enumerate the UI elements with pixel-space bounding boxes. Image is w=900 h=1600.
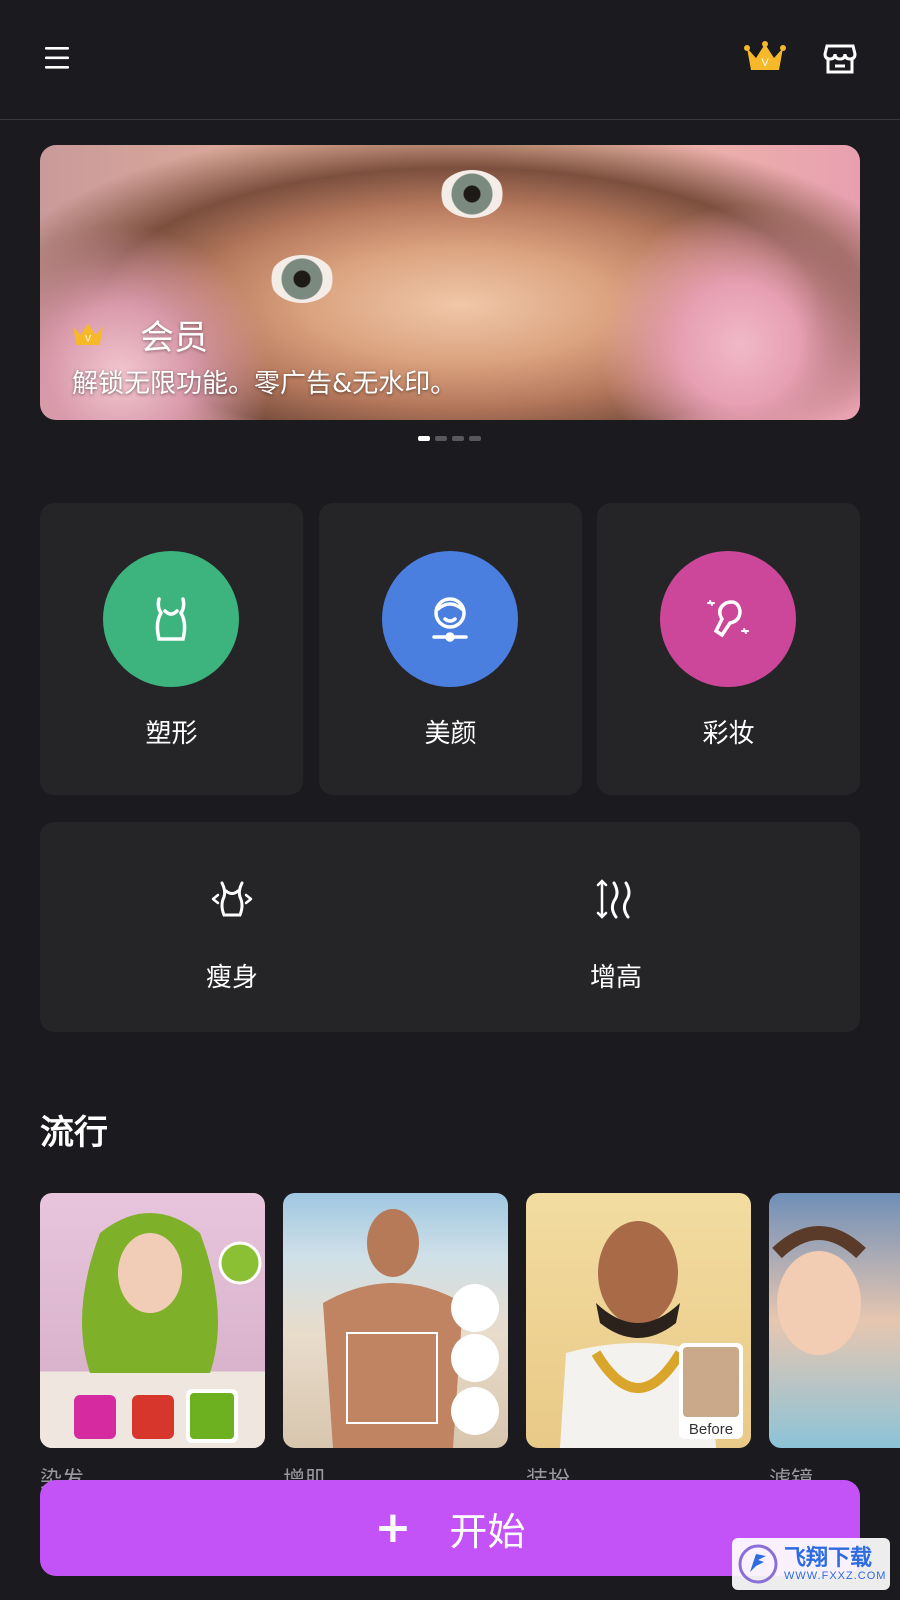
vip-crown-icon: V [70, 320, 106, 350]
tool-tile-makeup[interactable]: 彩妆 [597, 503, 860, 795]
card-image [40, 1213, 265, 1448]
watermark-logo-icon [738, 1544, 778, 1584]
tool-tile-reshape[interactable]: 塑形 [40, 503, 303, 795]
tool-slim[interactable]: 瘦身 [132, 822, 332, 1032]
tool-height[interactable]: 增高 [516, 822, 716, 1032]
banner-pagination [418, 436, 481, 441]
pagination-dot[interactable] [418, 436, 430, 441]
tool-tile-beauty[interactable]: 美颜 [319, 503, 582, 795]
vip-banner[interactable]: V 会员 解锁无限功能。零广告&无水印。 [40, 145, 860, 420]
banner-image [270, 255, 334, 303]
extra-tools-panel: 瘦身 增高 [40, 822, 860, 1032]
face-beauty-icon [382, 551, 518, 687]
banner-image-detail [440, 170, 504, 218]
watermark-title: 飞翔下载 [784, 1545, 873, 1570]
store-icon[interactable] [822, 40, 862, 80]
trend-card-hair-dye[interactable] [40, 1193, 265, 1448]
hamburger-icon[interactable] [40, 40, 76, 76]
tool-label: 塑形 [145, 719, 198, 749]
trend-card-filter[interactable] [769, 1193, 900, 1448]
start-button-label: 开始 [449, 1509, 526, 1554]
tool-label: 彩妆 [702, 719, 755, 749]
card-image [772, 1226, 866, 1355]
trend-card-dressup[interactable]: Before [526, 1193, 751, 1448]
tool-label: 增高 [589, 963, 642, 993]
height-increase-icon [594, 877, 638, 921]
watermark: 飞翔下载 WWW.FXXZ.COM [732, 1538, 890, 1590]
svg-text:V: V [761, 57, 769, 69]
tool-label: 瘦身 [205, 963, 258, 993]
banner-title: 会员 [140, 318, 208, 358]
body-shape-icon [103, 551, 239, 687]
top-bar: V [0, 0, 900, 120]
pagination-dot[interactable] [452, 436, 464, 441]
pagination-dot[interactable] [469, 436, 481, 441]
card-image [323, 1209, 499, 1448]
trending-title: 流行 [40, 1113, 108, 1153]
makeup-brush-icon [660, 551, 796, 687]
crown-icon[interactable]: V [744, 40, 786, 76]
trend-card-muscle[interactable] [283, 1193, 508, 1448]
banner-subtitle: 解锁无限功能。零广告&无水印。 [72, 369, 457, 399]
plus-icon: + [374, 1502, 412, 1553]
pagination-dot[interactable] [435, 436, 447, 441]
svg-text:V: V [85, 334, 92, 344]
before-badge: Before [688, 1421, 734, 1438]
card-image [560, 1221, 743, 1448]
tool-label: 美颜 [424, 719, 477, 749]
watermark-url: WWW.FXXZ.COM [784, 1570, 887, 1582]
slim-body-icon [210, 877, 254, 921]
